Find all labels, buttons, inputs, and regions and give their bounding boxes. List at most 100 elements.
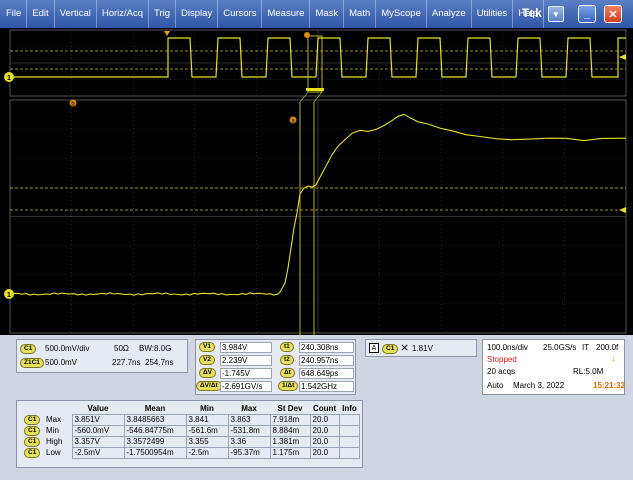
trigger-source-badge: C1: [382, 344, 399, 354]
cell: -546.84775m: [123, 424, 187, 437]
zoom-graticule: [9, 99, 627, 334]
col-value: Value: [87, 403, 109, 413]
cell: 1.175m: [269, 446, 311, 459]
it-value: 200.0f: [596, 343, 619, 352]
menu-math[interactable]: Math: [344, 0, 377, 28]
cell: 3.36: [227, 435, 271, 448]
acq-status: Stopped: [487, 355, 517, 364]
col-max: Max: [241, 403, 257, 413]
cell: 3.3572499: [123, 435, 187, 448]
v1-badge: V1: [199, 342, 215, 352]
acq-count: 20 acqs: [487, 367, 516, 376]
it-mode: IT: [582, 343, 590, 352]
ch1-impedance: 50Ω: [114, 344, 129, 353]
delta-t-badge: Δt: [280, 368, 295, 378]
oscilloscope-window: File Edit Vertical Horiz/Acq Trig Displa…: [0, 0, 633, 480]
zoom-link-left: [299, 91, 309, 103]
menu-trig[interactable]: Trig: [149, 0, 177, 28]
minimize-icon[interactable]: _: [578, 5, 596, 23]
cell: -2.5mV: [71, 446, 125, 459]
ch1-scale: 500.0mV/div: [45, 344, 90, 353]
cell: [338, 424, 361, 437]
zoom-window-box[interactable]: [307, 35, 323, 93]
cell: -95.37m: [227, 446, 271, 459]
cell: 8.884m: [269, 424, 311, 437]
cell: 20.0: [309, 424, 340, 437]
menu-mask[interactable]: Mask: [310, 0, 345, 28]
measurement-row-high[interactable]: C1 High 3.357V 3.3572499 3.355 3.36 1.38…: [22, 435, 361, 448]
timebase: 100.0ns/div: [487, 343, 528, 352]
zoom-position-marker: [306, 88, 324, 91]
cursor-a-upper-marker: [304, 32, 310, 38]
cell: [338, 435, 361, 448]
close-icon[interactable]: ✕: [604, 5, 622, 23]
row-name: Low: [46, 448, 61, 457]
row-badge: C1: [24, 426, 41, 436]
trigger-type-icon: A: [369, 343, 379, 353]
trigger-level: 1.81V: [412, 344, 433, 353]
cell: -560.0mV: [71, 424, 125, 437]
cell: 3.851V: [71, 413, 125, 426]
ch1-badge[interactable]: C1: [20, 344, 37, 354]
t2-value: 240.957ns: [299, 355, 354, 366]
measurement-row-max[interactable]: C1 Max 3.851V 3.8485663 3.841 3.863 7.91…: [22, 413, 361, 426]
menu-myscope[interactable]: MyScope: [376, 0, 427, 28]
menu-utilities[interactable]: Utilities: [472, 0, 514, 28]
t1-value: 240.308ns: [299, 342, 354, 353]
row-name: Max: [46, 415, 62, 424]
v2-badge: V2: [199, 355, 215, 365]
menu-file[interactable]: File: [0, 0, 28, 28]
trigger-panel[interactable]: A C1 ⨯ 1.81V: [365, 339, 477, 357]
menu-measure[interactable]: Measure: [262, 0, 311, 28]
acquisition-panel[interactable]: 100.0ns/div 25.0GS/s IT 200.0f Stopped ↓…: [482, 339, 625, 395]
cell: 20.0: [309, 446, 340, 459]
measurement-row-low[interactable]: C1 Low -2.5mV -1.7500954m -2.5m -95.37m …: [22, 446, 361, 459]
cell: 3.357V: [71, 435, 125, 448]
cell: 1.381m: [269, 435, 311, 448]
menu-analyze[interactable]: Analyze: [427, 0, 472, 28]
col-info: Info: [342, 403, 357, 413]
cell: 3.841: [185, 413, 229, 426]
col-min: Min: [200, 403, 214, 413]
delta-v-badge: ΔV: [199, 368, 217, 378]
cell: 20.0: [309, 413, 340, 426]
dropdown-arrow-icon[interactable]: ▼: [547, 6, 564, 22]
trigger-mode: Auto: [487, 381, 504, 390]
zoom-ch1-badge[interactable]: Z1C1: [20, 358, 44, 368]
cell: [338, 413, 361, 426]
col-count: Count: [313, 403, 337, 413]
menu-vertical[interactable]: Vertical: [55, 0, 97, 28]
zoom-position: 227.7ns: [112, 358, 141, 367]
zoom-scale: 500.0mV: [45, 358, 78, 367]
cell: -531.8m: [227, 424, 271, 437]
cell: 3.8485663: [123, 413, 187, 426]
ch1-bandwidth: BW:8.0G: [139, 344, 172, 353]
measurement-table: Value Mean Min Max St Dev Count Info C1 …: [22, 403, 361, 459]
date: March 3, 2022: [513, 381, 565, 390]
cell: [338, 446, 361, 459]
record-length: RL:5.0M: [573, 367, 604, 376]
trigger-level-lower-icon: [619, 207, 626, 213]
t2-badge: t2: [280, 355, 294, 365]
menu-display[interactable]: Display: [176, 0, 219, 28]
menu-horiz-acq[interactable]: Horiz/Acq: [97, 0, 150, 28]
menu-edit[interactable]: Edit: [27, 0, 55, 28]
row-name: Min: [46, 426, 59, 435]
delta-v-value: -1.745V: [220, 368, 272, 379]
channel-panel[interactable]: C1 500.0mV/div 50Ω BW:8.0G Z1C1 500.0mV …: [16, 339, 188, 373]
inv-delta-t-value: 1.542GHz: [299, 381, 354, 392]
measurement-header-row: Value Mean Min Max St Dev Count Info: [22, 403, 360, 414]
cell: -2.5m: [185, 446, 229, 459]
menu-cursors[interactable]: Cursors: [218, 0, 263, 28]
v1-value: 3.984V: [220, 342, 272, 353]
waveform-display[interactable]: 1 1 b a: [0, 28, 633, 335]
ch1-upper-marker-label: 1: [7, 75, 11, 82]
trigger-arrow-icon: ↓: [611, 353, 616, 364]
measurement-row-min[interactable]: C1 Min -560.0mV -546.84775m -561.6m -531…: [22, 424, 361, 437]
cell: 7.918m: [269, 413, 311, 426]
cursor-readout-panel[interactable]: V1 3.984V V2 2.239V ΔV -1.745V ΔV/Δt -2.…: [195, 339, 356, 395]
clock: 15:21:32: [593, 381, 626, 390]
dvdt-value: -2.691GV/s: [220, 381, 272, 392]
trigger-position-icon: [164, 31, 170, 36]
inv-delta-t-badge: 1/Δt: [278, 381, 299, 391]
